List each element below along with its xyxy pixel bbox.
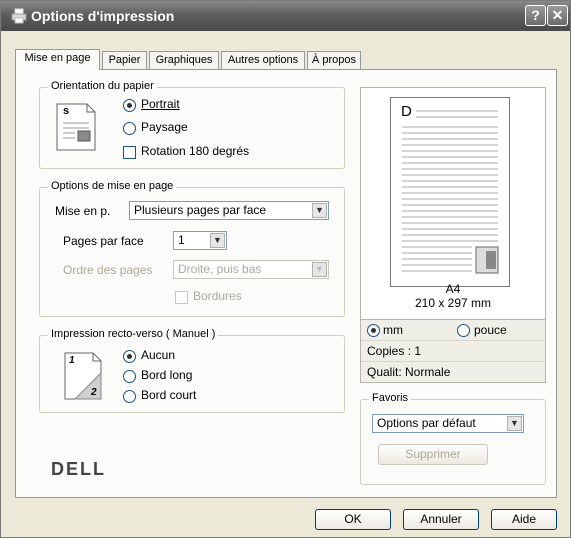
duplex-none-label[interactable]: Aucun — [141, 348, 175, 362]
quality-info: Qualit: Normale — [361, 361, 545, 382]
borders-checkbox[interactable] — [175, 291, 188, 304]
duplex-icon-back-number: 2 — [91, 387, 97, 398]
preview-page-letter: D — [401, 103, 412, 120]
chevron-down-icon: ▼ — [210, 233, 225, 248]
rotate-180-label[interactable]: Rotation 180 degrés — [141, 144, 249, 158]
favorites-group: Favoris — [360, 392, 546, 485]
borders-label[interactable]: Bordures — [193, 289, 242, 303]
tab-a-propos[interactable]: À propos — [307, 51, 361, 69]
orientation-group-title: Orientation du papier — [48, 80, 157, 92]
duplex-group-title: Impression recto-verso ( Manuel ) — [48, 328, 219, 340]
printer-icon — [11, 8, 27, 24]
layout-options-group-title: Options de mise en page — [48, 180, 177, 192]
portrait-page-icon — [56, 103, 96, 151]
portrait-label[interactable]: Portrait — [141, 97, 180, 111]
chevron-down-icon: ▼ — [312, 203, 327, 218]
pages-per-side-value: 1 — [178, 233, 185, 247]
preview-page-graphic — [390, 97, 510, 287]
tab-mise-en-page[interactable]: Mise en page — [15, 49, 100, 70]
unit-mm-radio[interactable] — [367, 324, 380, 337]
layout-type-select[interactable]: Plusieurs pages par face ▼ — [129, 201, 329, 220]
duplex-icon-front-number: 1 — [69, 355, 75, 366]
pages-per-side-label: Pages par face — [63, 234, 144, 248]
help-title-button[interactable]: ? — [525, 5, 546, 26]
orientation-icon-letter: s — [63, 105, 70, 117]
favorites-value: Options par défaut — [377, 416, 476, 430]
duplex-long-edge-label[interactable]: Bord long — [141, 368, 192, 382]
paper-name: A4 — [445, 282, 461, 296]
chevron-down-icon: ▼ — [312, 262, 327, 277]
pages-per-side-select[interactable]: 1 ▼ — [173, 231, 227, 250]
tab-papier[interactable]: Papier — [102, 51, 147, 69]
cancel-button[interactable]: Annuler — [403, 509, 479, 530]
unit-inch-radio[interactable] — [457, 324, 470, 337]
duplex-short-edge-radio[interactable] — [123, 390, 136, 403]
page-order-select[interactable]: Droite, puis bas ▼ — [173, 260, 329, 279]
landscape-radio[interactable] — [123, 122, 136, 135]
duplex-long-edge-radio[interactable] — [123, 370, 136, 383]
ok-button[interactable]: OK — [315, 509, 391, 530]
help-button[interactable]: Aide — [491, 509, 557, 530]
copies-info: Copies : 1 — [361, 340, 545, 361]
portrait-radio[interactable] — [123, 99, 136, 112]
rotate-180-checkbox[interactable] — [123, 146, 136, 159]
print-options-dialog: Options d'impression ? ✕ Mise en page Pa… — [0, 0, 571, 538]
duplex-short-edge-label[interactable]: Bord court — [141, 388, 196, 402]
tab-autres-options[interactable]: Autres options — [221, 51, 305, 69]
duplex-none-radio[interactable] — [123, 350, 136, 363]
page-order-label: Ordre des pages — [63, 263, 153, 277]
page-order-value: Droite, puis bas — [178, 262, 262, 276]
chevron-down-icon: ▼ — [507, 416, 522, 431]
landscape-label[interactable]: Paysage — [141, 120, 188, 134]
favorites-select[interactable]: Options par défaut ▼ — [372, 414, 524, 433]
tab-graphiques[interactable]: Graphiques — [149, 51, 219, 69]
unit-row: mm pouce — [361, 320, 545, 340]
layout-type-label: Mise en p. — [55, 204, 111, 218]
layout-type-value: Plusieurs pages par face — [134, 203, 267, 217]
favorites-group-title: Favoris — [369, 392, 412, 404]
delete-favorite-button[interactable]: Supprimer — [378, 444, 488, 465]
preview-info-panel: mm pouce Copies : 1 Qualit: Normale — [360, 319, 546, 383]
unit-mm-label[interactable]: mm — [383, 320, 403, 340]
dell-logo: DELL — [51, 459, 106, 479]
paper-size: 210 x 297 mm — [414, 296, 492, 310]
unit-inch-label[interactable]: pouce — [474, 320, 507, 340]
window-title: Options d'impression — [31, 8, 175, 24]
title-bar[interactable]: Options d'impression ? ✕ — [1, 1, 570, 31]
close-button[interactable]: ✕ — [547, 5, 568, 26]
